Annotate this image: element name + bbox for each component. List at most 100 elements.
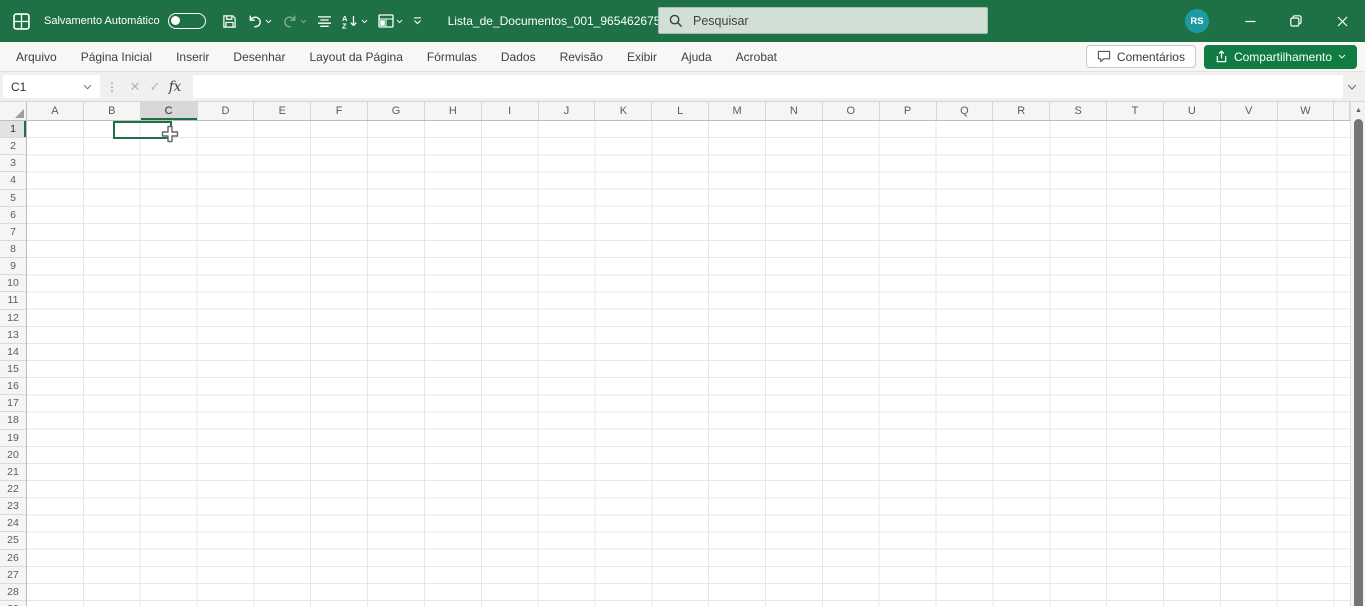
row-header-5[interactable]: 5: [0, 190, 26, 207]
row-header-2[interactable]: 2: [0, 138, 26, 156]
row-header-19[interactable]: 19: [0, 430, 26, 447]
column-header-P[interactable]: P: [880, 102, 937, 120]
minimize-button[interactable]: [1227, 0, 1273, 42]
excel-app-icon[interactable]: [13, 12, 30, 30]
active-cell-selection[interactable]: [113, 121, 172, 139]
row-header-27[interactable]: 27: [0, 567, 26, 584]
search-input[interactable]: [693, 13, 977, 28]
restore-button[interactable]: [1273, 0, 1319, 42]
column-header-B[interactable]: B: [84, 102, 141, 120]
column-header-W[interactable]: W: [1278, 102, 1335, 120]
formula-input-area[interactable]: [193, 75, 1343, 98]
align-center-button[interactable]: [313, 8, 336, 34]
comments-button[interactable]: Comentários: [1085, 45, 1196, 68]
tab-inserir[interactable]: Inserir: [164, 42, 221, 71]
scroll-up-arrow[interactable]: ▲: [1351, 104, 1365, 117]
insert-function-button[interactable]: fx: [165, 76, 185, 98]
sort-filter-button[interactable]: AZ: [338, 8, 372, 34]
row-header-20[interactable]: 20: [0, 447, 26, 464]
undo-dropdown-chevron[interactable]: [265, 19, 272, 24]
customize-qat-button[interactable]: [409, 8, 426, 34]
column-header-V[interactable]: V: [1221, 102, 1278, 120]
row-header-11[interactable]: 11: [0, 292, 26, 310]
column-header-I[interactable]: I: [482, 102, 539, 120]
table-style-dropdown-chevron[interactable]: [396, 19, 403, 24]
row-header-10[interactable]: 10: [0, 275, 26, 293]
row-header-25[interactable]: 25: [0, 532, 26, 550]
excel-window: Salvamento Automático AZ Lista_de_Docume…: [0, 0, 1365, 606]
row-header-26[interactable]: 26: [0, 550, 26, 567]
tab-revisão[interactable]: Revisão: [548, 42, 615, 71]
tab-ajuda[interactable]: Ajuda: [669, 42, 724, 71]
row-header-22[interactable]: 22: [0, 481, 26, 499]
autosave-toggle-group: Salvamento Automático: [44, 13, 206, 29]
column-header-S[interactable]: S: [1050, 102, 1108, 120]
column-header-L[interactable]: L: [652, 102, 710, 120]
column-header-C[interactable]: C: [140, 102, 198, 120]
row-header-6[interactable]: 6: [0, 207, 26, 224]
row-header-1[interactable]: 1: [0, 121, 26, 139]
column-header-G[interactable]: G: [368, 102, 425, 120]
column-header-E[interactable]: E: [254, 102, 312, 120]
formula-bar: C1 ⋮ ✕ ✓ fx: [0, 72, 1365, 102]
tab-página-inicial[interactable]: Página Inicial: [69, 42, 164, 71]
row-header-13[interactable]: 13: [0, 327, 26, 344]
sort-dropdown-chevron[interactable]: [361, 19, 368, 24]
scrollbar-thumb[interactable]: [1353, 119, 1363, 606]
tab-acrobat[interactable]: Acrobat: [724, 42, 789, 71]
avatar[interactable]: RS: [1185, 9, 1209, 33]
row-header-18[interactable]: 18: [0, 412, 26, 430]
name-box-chevron[interactable]: [83, 84, 92, 90]
row-header-23[interactable]: 23: [0, 498, 26, 516]
column-header-N[interactable]: N: [766, 102, 823, 120]
select-all-corner[interactable]: [0, 102, 27, 121]
row-header-16[interactable]: 16: [0, 378, 26, 396]
tab-arquivo[interactable]: Arquivo: [4, 42, 69, 71]
close-button[interactable]: [1319, 0, 1365, 42]
column-header-J[interactable]: J: [539, 102, 596, 120]
row-header-7[interactable]: 7: [0, 224, 26, 241]
column-header-R[interactable]: R: [993, 102, 1051, 120]
name-box[interactable]: C1: [3, 75, 100, 98]
row-header-21[interactable]: 21: [0, 464, 26, 481]
cell-grid[interactable]: [27, 121, 1350, 606]
row-header-4[interactable]: 4: [0, 172, 26, 190]
column-header-M[interactable]: M: [709, 102, 766, 120]
autosave-toggle[interactable]: [167, 13, 206, 29]
tab-exibir[interactable]: Exibir: [615, 42, 669, 71]
vertical-scrollbar[interactable]: ▲: [1350, 102, 1365, 606]
column-header-Q[interactable]: Q: [937, 102, 994, 120]
undo-button[interactable]: [243, 8, 276, 34]
formula-input[interactable]: [201, 79, 1335, 94]
tab-fórmulas[interactable]: Fórmulas: [415, 42, 489, 71]
column-header-F[interactable]: F: [311, 102, 369, 120]
row-header-9[interactable]: 9: [0, 258, 26, 276]
search-box[interactable]: [658, 7, 988, 34]
row-header-3[interactable]: 3: [0, 155, 26, 173]
tab-desenhar[interactable]: Desenhar: [221, 42, 297, 71]
row-header-28[interactable]: 28: [0, 584, 26, 601]
column-header-A[interactable]: A: [27, 102, 84, 120]
expand-formula-bar-chevron[interactable]: [1347, 84, 1357, 90]
share-button[interactable]: Compartilhamento: [1203, 44, 1357, 69]
row-header-8[interactable]: 8: [0, 241, 26, 259]
row-header-14[interactable]: 14: [0, 344, 26, 361]
row-header-17[interactable]: 17: [0, 395, 26, 413]
column-header-D[interactable]: D: [198, 102, 255, 120]
row-header-29[interactable]: 29: [0, 601, 26, 606]
row-header-12[interactable]: 12: [0, 310, 26, 327]
select-all-triangle-icon: [15, 109, 24, 118]
tab-layout-da-página[interactable]: Layout da Página: [297, 42, 414, 71]
row-header-15[interactable]: 15: [0, 361, 26, 379]
column-header-H[interactable]: H: [425, 102, 482, 120]
row-header-24[interactable]: 24: [0, 515, 26, 533]
save-button[interactable]: [218, 8, 241, 34]
column-header-T[interactable]: T: [1107, 102, 1164, 120]
column-header-K[interactable]: K: [595, 102, 653, 120]
column-header-O[interactable]: O: [823, 102, 880, 120]
table-style-button[interactable]: [374, 8, 407, 34]
tab-dados[interactable]: Dados: [489, 42, 548, 71]
ribbon-tabs: Arquivo Página Inicial Inserir Desenhar Layo…: [0, 42, 789, 71]
title-bar: Salvamento Automático AZ Lista_de_Docume…: [0, 0, 1365, 42]
column-header-U[interactable]: U: [1164, 102, 1221, 120]
